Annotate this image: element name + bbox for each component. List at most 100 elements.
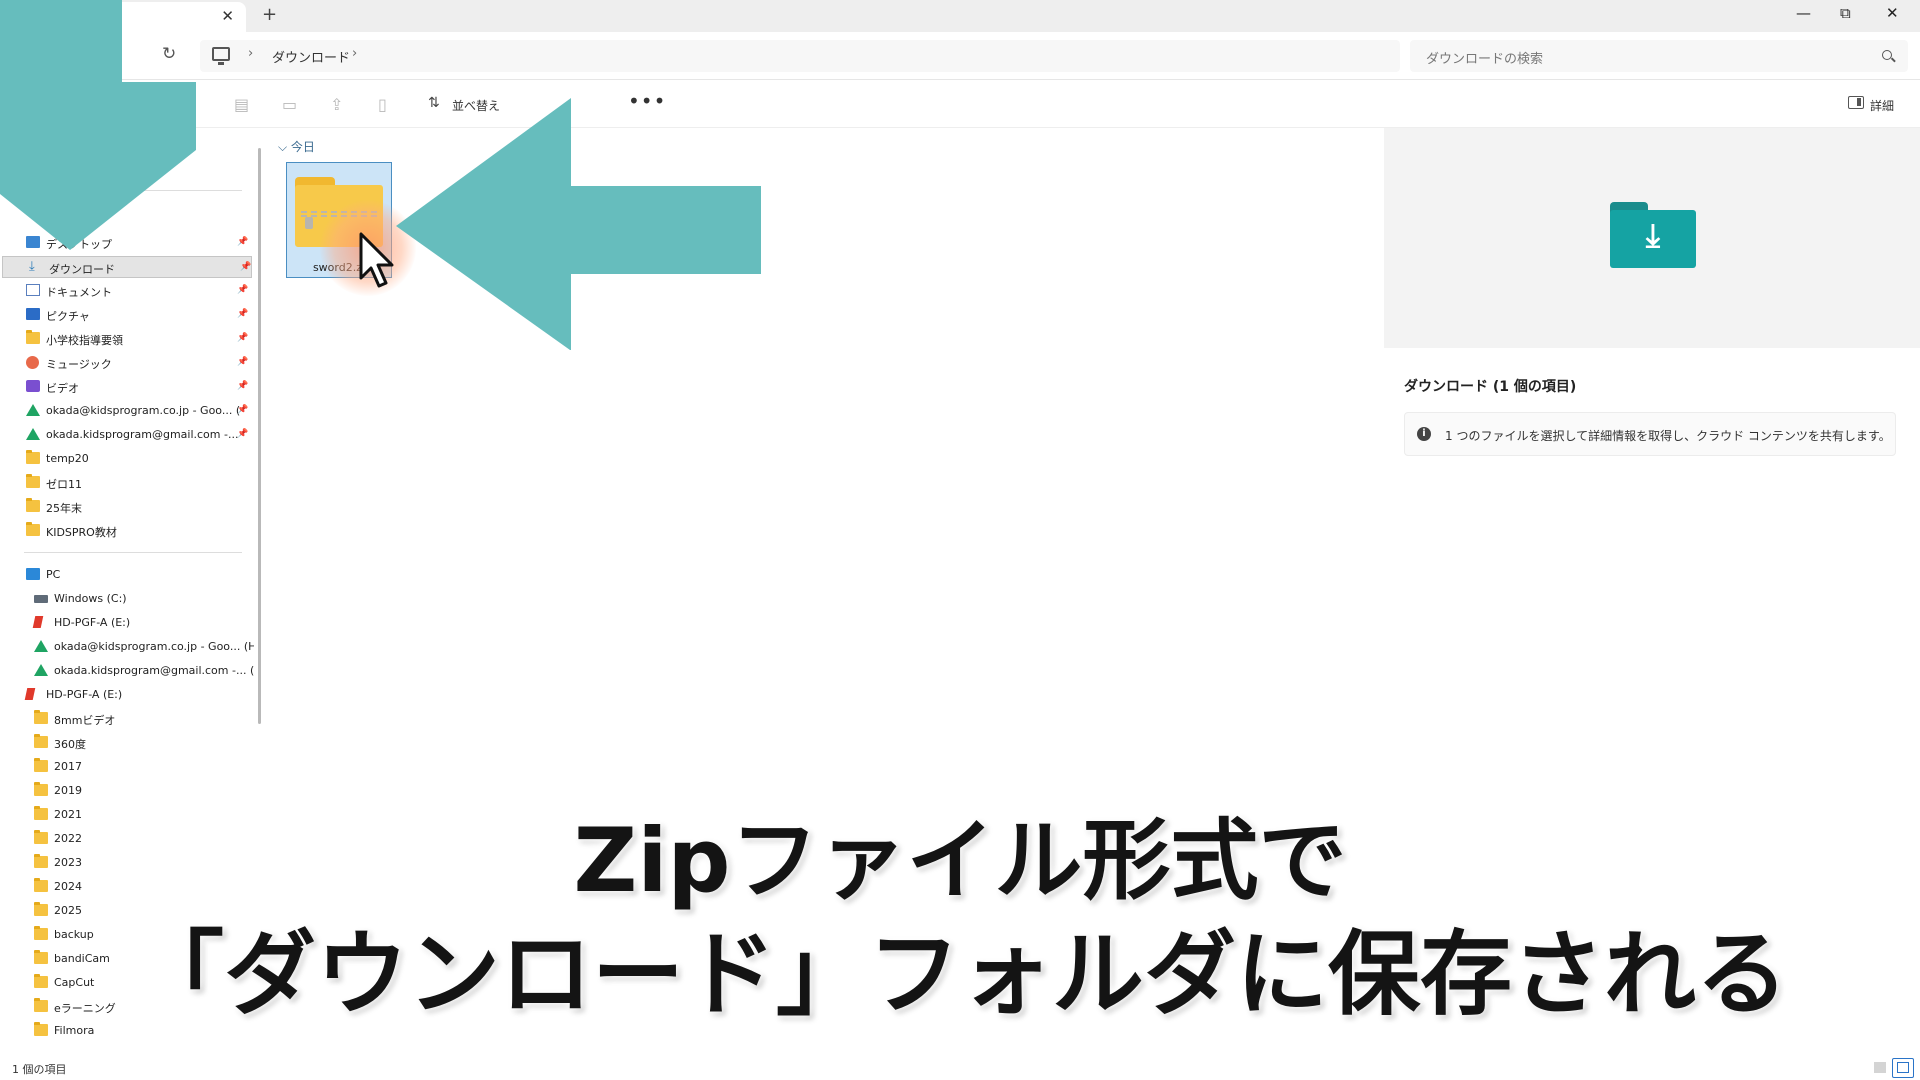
sidebar-item[interactable]: ビデオ 📌 xyxy=(0,376,252,398)
group-header-label: 今日 xyxy=(290,140,315,154)
details-view-icon[interactable] xyxy=(1874,1062,1886,1073)
sidebar-item[interactable]: ピクチャ 📌 xyxy=(0,304,252,326)
address-bar: ← ↻ › ダウンロード › ダウンロードの検索 xyxy=(0,32,1920,80)
sidebar-item[interactable]: okada.kidsprogram@gmail.com -... (I xyxy=(0,660,254,682)
group-header-today[interactable]: ⌵ 今日 xyxy=(278,138,315,155)
rename-icon[interactable]: ▭ xyxy=(282,95,297,114)
details-info-text: 1 つのファイルを選択して詳細情報を取得し、クラウド コンテンツを共有します。 xyxy=(1445,429,1891,443)
sidebar-item-label: ミュージック xyxy=(46,358,112,371)
minimize-button[interactable]: — xyxy=(1796,4,1811,22)
google-drive-icon xyxy=(26,404,40,416)
hdd-icon xyxy=(24,688,36,700)
sidebar-item[interactable]: PC xyxy=(0,564,252,586)
paste-icon[interactable]: ▤ xyxy=(234,95,249,114)
download-icon: ⤓ xyxy=(29,259,35,274)
sidebar-item[interactable]: 小学校指導要領 📌 xyxy=(0,328,252,350)
sidebar-item[interactable]: 360度 xyxy=(0,732,252,754)
pin-icon: 📌 xyxy=(237,333,249,343)
large-icons-view-icon[interactable] xyxy=(1892,1058,1914,1078)
sidebar-item-label: temp20 xyxy=(46,452,89,465)
search-icon xyxy=(1882,50,1892,60)
document-icon xyxy=(26,284,40,296)
sidebar-scrollbar[interactable] xyxy=(258,148,261,724)
caption-line-2: 「ダウンロード」フォルダに保存される xyxy=(131,921,1788,1028)
details-button[interactable]: 詳細 xyxy=(1870,97,1894,114)
command-bar: ⊕ ✂ ▤ ▭ ⇪ ▯ ⇅ 並べ替え ••• 詳細 xyxy=(0,80,1920,128)
breadcrumb-separator[interactable]: › xyxy=(352,46,357,61)
download-folder-icon: ⤓ xyxy=(1610,202,1696,268)
sidebar-item-label: 8mmビデオ xyxy=(54,714,116,727)
restore-button[interactable]: ⧉ xyxy=(1840,4,1851,22)
sidebar-item-label: 25年末 xyxy=(46,502,82,515)
window-close-button[interactable]: ✕ xyxy=(1886,4,1899,22)
sidebar-item[interactable]: okada@kidsprogram.co.jp - Goo... (H xyxy=(0,636,254,658)
sidebar-item[interactable]: okada.kidsprogram@gmail.com -... 📌 xyxy=(0,424,252,446)
new-tab-button[interactable]: + xyxy=(262,4,277,25)
folder-icon xyxy=(26,522,40,536)
search-input[interactable]: ダウンロードの検索 xyxy=(1410,40,1908,72)
sidebar-item[interactable]: KIDSPRO教材 xyxy=(0,520,252,542)
sidebar-item[interactable]: 2017 xyxy=(0,756,252,778)
details-title: ダウンロード (1 個の項目) xyxy=(1404,379,1577,395)
pin-icon: 📌 xyxy=(237,237,249,247)
down-arrow-overlay xyxy=(0,0,196,250)
sidebar-item-label: 2017 xyxy=(54,760,82,773)
sidebar-item-label: okada@kidsprogram.co.jp - Goo... (H xyxy=(54,640,254,653)
sidebar-item-label: Windows (C:) xyxy=(54,592,127,605)
sidebar-item[interactable]: ミュージック 📌 xyxy=(0,352,252,374)
preview-thumbnail: ⤓ xyxy=(1384,128,1920,348)
breadcrumb[interactable]: › ダウンロード › xyxy=(200,40,1400,72)
sidebar-item-label: KIDSPRO教材 xyxy=(46,526,117,539)
sidebar-item[interactable]: ドキュメント 📌 xyxy=(0,280,252,302)
search-placeholder: ダウンロードの検索 xyxy=(1426,52,1544,67)
pc-icon xyxy=(26,568,40,580)
tab-close-button[interactable]: ✕ xyxy=(221,7,234,25)
pin-icon: 📌 xyxy=(237,357,249,367)
sidebar-item-label: ピクチャ xyxy=(46,310,90,323)
delete-icon[interactable]: ▯ xyxy=(378,95,387,114)
sidebar-item-label: HD-PGF-A (E:) xyxy=(46,688,123,701)
details-pane-icon[interactable] xyxy=(1848,96,1864,109)
sidebar-item[interactable]: 8mmビデオ xyxy=(0,708,252,730)
pictures-icon xyxy=(26,308,40,320)
sidebar-item-label: HD-PGF-A (E:) xyxy=(54,616,131,629)
sidebar-divider xyxy=(24,552,242,553)
breadcrumb-downloads[interactable]: ダウンロード xyxy=(272,47,350,66)
sidebar-item-label: okada.kidsprogram@gmail.com -... xyxy=(46,428,239,441)
info-icon: i xyxy=(1417,427,1431,441)
folder-icon xyxy=(26,498,40,512)
folder-icon xyxy=(34,710,48,724)
folder-icon xyxy=(34,758,48,772)
details-info-box: i 1 つのファイルを選択して詳細情報を取得し、クラウド コンテンツを共有します… xyxy=(1404,412,1896,456)
sidebar-item[interactable]: okada@kidsprogram.co.jp - Goo... (📌 xyxy=(0,400,252,422)
sidebar-item[interactable]: 25年末 xyxy=(0,496,252,518)
music-icon xyxy=(26,356,39,369)
pin-icon: 📌 xyxy=(237,309,249,319)
title-bar: ✕ + — ⧉ ✕ xyxy=(0,0,1920,32)
google-drive-icon xyxy=(26,428,40,440)
folder-icon xyxy=(26,330,40,344)
sidebar-item[interactable]: HD-PGF-A (E:) xyxy=(0,612,252,634)
breadcrumb-separator: › xyxy=(248,46,254,61)
sidebar-item-label: ダウンロード xyxy=(49,263,115,276)
folder-icon xyxy=(26,450,40,464)
sidebar-item-label: okada.kidsprogram@gmail.com -... (I xyxy=(54,664,254,677)
drive-icon xyxy=(34,595,48,603)
sidebar-item-label: 小学校指導要領 xyxy=(46,334,123,347)
share-icon[interactable]: ⇪ xyxy=(330,95,343,114)
pin-icon: 📌 xyxy=(237,381,249,391)
sidebar-item[interactable]: temp20 xyxy=(0,448,252,470)
folder-icon xyxy=(34,734,48,748)
video-icon xyxy=(26,380,40,392)
sidebar-item[interactable]: Windows (C:) xyxy=(0,588,252,610)
folder-icon xyxy=(26,474,40,488)
sidebar-item[interactable]: HD-PGF-A (E:) xyxy=(0,684,252,706)
mouse-cursor-icon xyxy=(359,232,394,288)
google-drive-icon xyxy=(34,640,48,652)
sidebar-item-label: PC xyxy=(46,568,61,581)
left-arrow-overlay xyxy=(396,98,761,350)
sidebar-item[interactable]: ⤓ ダウンロード 📌 xyxy=(2,256,252,278)
sidebar-item[interactable]: ゼロ11 xyxy=(0,472,252,494)
item-count: 1 個の項目 xyxy=(12,1063,67,1076)
pc-icon xyxy=(212,47,230,65)
